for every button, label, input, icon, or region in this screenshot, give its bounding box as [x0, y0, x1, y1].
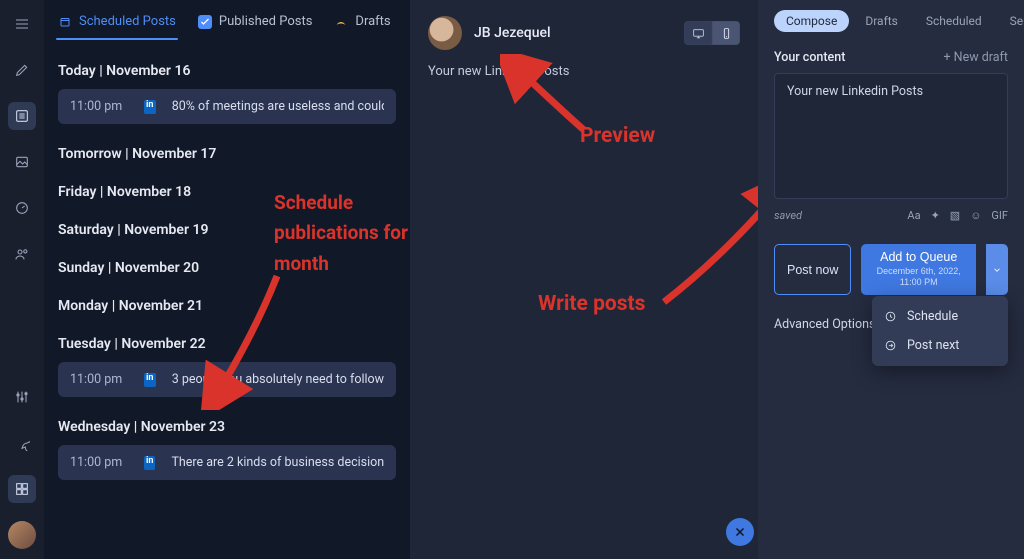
- day-header: Today | November 16: [58, 63, 396, 79]
- day-header: Friday | November 18: [58, 184, 396, 200]
- preview-body: Your new Linkedin Posts: [428, 64, 740, 79]
- linkedin-icon: [144, 100, 156, 114]
- text-style-button[interactable]: Aa: [907, 209, 920, 222]
- queue-dropdown: Schedule Post next: [872, 296, 1008, 366]
- calendar-icon: [58, 15, 72, 29]
- pill-drafts[interactable]: Drafts: [853, 10, 910, 32]
- dropdown-post-next[interactable]: Post next: [872, 331, 1008, 360]
- tab-published-label: Published Posts: [219, 14, 313, 29]
- post-title: 80% of meetings are useless and could be…: [172, 99, 384, 114]
- ai-button[interactable]: ✦: [931, 209, 940, 222]
- post-title: 3 people you absolutely need to follow a…: [172, 372, 384, 387]
- compose-panel: Compose Drafts Scheduled Sent Your conte…: [758, 0, 1024, 559]
- tab-drafts-label: Drafts: [355, 14, 390, 29]
- gauge-icon[interactable]: [8, 194, 36, 222]
- tab-scheduled-label: Scheduled Posts: [79, 14, 176, 29]
- day-header: Monday | November 21: [58, 298, 396, 314]
- scheduled-post-row[interactable]: 11:00 pm 80% of meetings are useless and …: [58, 89, 396, 124]
- left-rail: [0, 0, 44, 559]
- tab-scheduled[interactable]: Scheduled Posts: [58, 14, 176, 39]
- edit-icon[interactable]: [8, 56, 36, 84]
- close-fab[interactable]: [726, 518, 754, 546]
- dropdown-schedule-label: Schedule: [907, 309, 958, 324]
- menu-icon[interactable]: [8, 10, 36, 38]
- add-to-queue-label: Add to Queue: [880, 250, 957, 264]
- author-avatar: [428, 16, 462, 50]
- drafts-icon: [334, 15, 348, 29]
- tab-drafts[interactable]: Drafts: [334, 14, 390, 39]
- queue-caret-button[interactable]: [986, 244, 1008, 295]
- content-label: Your content: [774, 50, 845, 65]
- author-name: JB Jezequel: [474, 25, 551, 41]
- linkedin-icon: [144, 456, 155, 470]
- user-avatar[interactable]: [8, 521, 36, 549]
- schedule-body: Today | November 16 11:00 pm 80% of meetin…: [44, 39, 410, 480]
- schedule-panel: Scheduled Posts Published Posts Drafts T…: [44, 0, 410, 559]
- annotation-write: Write posts: [538, 292, 645, 316]
- annotation-preview: Preview: [580, 124, 655, 148]
- published-icon: [198, 15, 212, 29]
- users-icon[interactable]: [8, 240, 36, 268]
- device-toggle: [684, 21, 740, 45]
- linkedin-icon: [144, 373, 156, 387]
- post-now-button[interactable]: Post now: [774, 244, 851, 295]
- day-header: Saturday | November 19: [58, 222, 396, 238]
- pill-sent[interactable]: Sent: [998, 10, 1024, 32]
- schedule-tabs: Scheduled Posts Published Posts Drafts: [44, 0, 410, 39]
- emoji-button[interactable]: ☺: [970, 209, 981, 222]
- day-header: Sunday | November 20: [58, 260, 396, 276]
- pill-scheduled[interactable]: Scheduled: [914, 10, 994, 32]
- image-icon[interactable]: [8, 148, 36, 176]
- day-header: Tomorrow | November 17: [58, 146, 396, 162]
- add-to-queue-sub: December 6th, 2022, 11:00 PM: [869, 266, 968, 287]
- dropdown-schedule[interactable]: Schedule: [872, 302, 1008, 331]
- tab-published[interactable]: Published Posts: [198, 14, 313, 39]
- saved-indicator: saved: [774, 209, 802, 222]
- scheduled-post-row[interactable]: 11:00 pm 3 people you absolutely need to …: [58, 362, 396, 397]
- new-draft-button[interactable]: + New draft: [943, 50, 1008, 65]
- gif-button[interactable]: GIF: [991, 209, 1008, 222]
- compose-pills: Compose Drafts Scheduled Sent: [774, 10, 1008, 32]
- post-time: 11:00 pm: [70, 455, 128, 470]
- editor-toolbar: Aa ✦ ▧ ☺ GIF: [907, 209, 1008, 222]
- day-header: Wednesday | November 23: [58, 419, 396, 435]
- dropdown-post-next-label: Post next: [907, 338, 959, 353]
- post-time: 11:00 pm: [70, 99, 128, 114]
- chat-icon[interactable]: [8, 429, 36, 457]
- day-header: Tuesday | November 22: [58, 336, 396, 352]
- grid-icon[interactable]: [8, 475, 36, 503]
- image-button[interactable]: ▧: [950, 209, 960, 222]
- preview-panel: JB Jezequel Your new Linkedin Posts Prev…: [410, 0, 758, 559]
- pill-compose[interactable]: Compose: [774, 10, 849, 32]
- device-desktop-button[interactable]: [684, 21, 712, 45]
- post-time: 11:00 pm: [70, 372, 128, 387]
- sliders-icon[interactable]: [8, 383, 36, 411]
- post-title: There are 2 kinds of business decisions:…: [171, 455, 384, 470]
- device-mobile-button[interactable]: [712, 21, 740, 45]
- content-textarea[interactable]: [774, 73, 1008, 199]
- add-to-queue-button[interactable]: Add to Queue December 6th, 2022, 11:00 P…: [861, 244, 976, 295]
- list-icon[interactable]: [8, 102, 36, 130]
- scheduled-post-row[interactable]: 11:00 pm There are 2 kinds of business de…: [58, 445, 396, 480]
